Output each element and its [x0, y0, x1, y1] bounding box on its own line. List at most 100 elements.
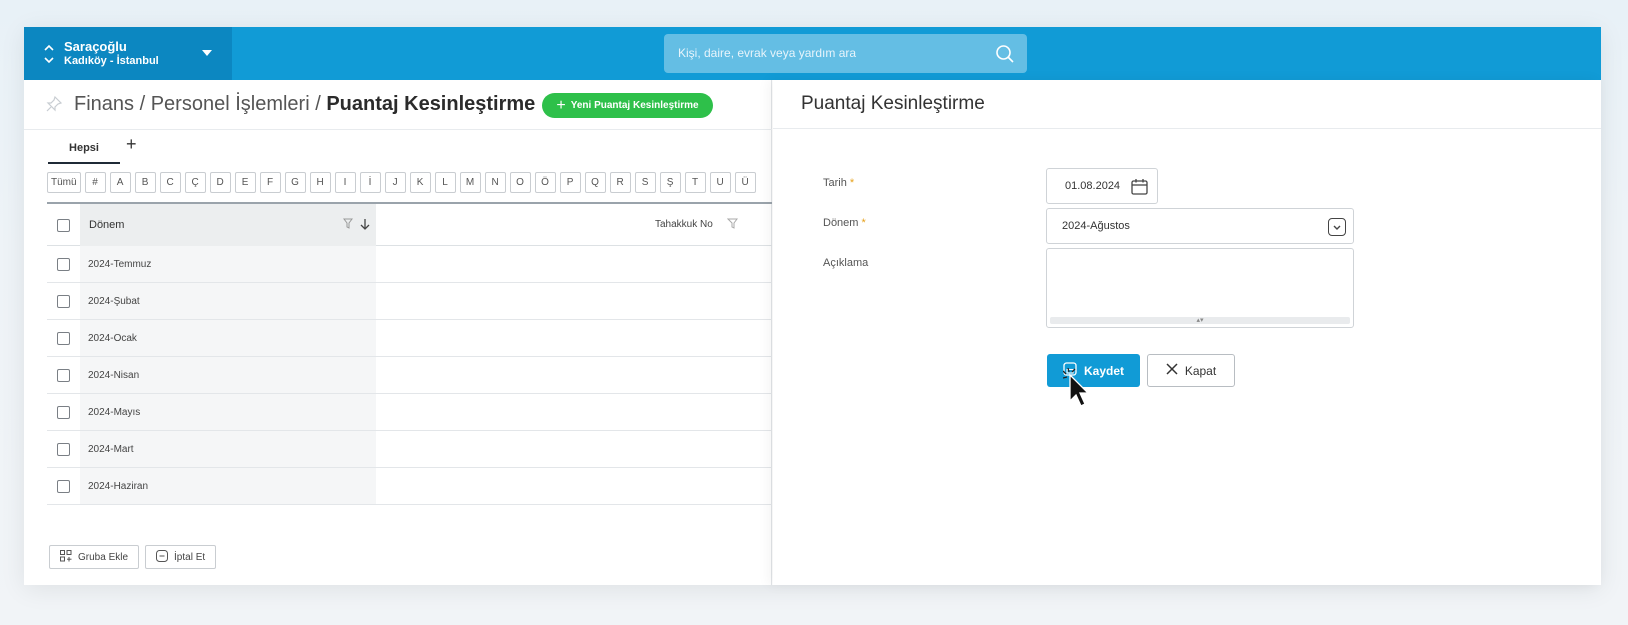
calendar-icon[interactable] — [1131, 178, 1148, 198]
date-label: Tarih * — [823, 177, 855, 189]
breadcrumb-separator: / — [309, 93, 327, 115]
letter-filter[interactable]: C — [159, 172, 181, 193]
letter-filter[interactable]: K — [409, 172, 431, 193]
search-input[interactable]: Kişi, daire, evrak veya yardım ara — [664, 34, 1027, 73]
letter-filter[interactable]: Ş — [659, 172, 681, 193]
letter-filter[interactable]: M — [459, 172, 481, 193]
period-value: 2024-Ağustos — [1062, 220, 1130, 232]
page-title: Puantaj Kesinleştirme — [326, 93, 536, 115]
cell-donem: 2024-Şubat — [88, 296, 140, 307]
row-checkbox[interactable] — [57, 332, 70, 345]
breadcrumb-row: Finans / Personel İşlemleri / Puantaj Ke… — [24, 80, 772, 130]
search-placeholder: Kişi, daire, evrak veya yardım ara — [678, 46, 857, 60]
form-title: Puantaj Kesinleştirme — [801, 93, 985, 114]
tab-all[interactable]: Hepsi — [48, 138, 120, 164]
letter-filter[interactable]: H — [309, 172, 331, 193]
close-button[interactable]: Kapat — [1147, 354, 1235, 387]
list-panel: Finans / Personel İşlemleri / Puantaj Ke… — [24, 80, 772, 585]
letter-filter[interactable]: A — [109, 172, 131, 193]
letter-filter[interactable]: J — [384, 172, 406, 193]
cell-donem: 2024-Ocak — [88, 333, 137, 344]
top-bar: Saraçoğlu Kadıköy - İstanbul Kişi, daire… — [24, 27, 1601, 80]
letter-filter[interactable]: İ — [359, 172, 381, 193]
letter-filter[interactable]: N — [484, 172, 506, 193]
cell-donem: 2024-Haziran — [88, 481, 149, 492]
row-checkbox[interactable] — [57, 295, 70, 308]
search-icon[interactable] — [995, 44, 1015, 69]
description-textarea[interactable]: ▴▾ — [1046, 248, 1354, 328]
breadcrumb-finans[interactable]: Finans — [74, 93, 134, 115]
date-value: 01.08.2024 — [1065, 180, 1121, 192]
period-select[interactable]: 2024-Ağustos — [1046, 208, 1354, 244]
table-row[interactable]: 2024-Haziran — [47, 468, 772, 505]
data-grid: Dönem Tahakkuk No 2024-Temmuz 2024-Şubat 2… — [47, 202, 772, 505]
letter-filter[interactable]: Q — [584, 172, 606, 193]
letter-filter[interactable]: T — [684, 172, 706, 193]
letter-filter[interactable]: P — [559, 172, 581, 193]
letter-filter[interactable]: S — [634, 172, 656, 193]
row-checkbox[interactable] — [57, 443, 70, 456]
chevron-down-icon[interactable] — [1328, 218, 1346, 236]
resize-handle[interactable]: ▴▾ — [1050, 317, 1350, 324]
cell-donem: 2024-Mayıs — [88, 407, 141, 418]
org-switcher[interactable]: Saraçoğlu Kadıköy - İstanbul — [24, 27, 232, 80]
grid-header: Dönem Tahakkuk No — [47, 202, 772, 246]
table-row[interactable]: 2024-Mart — [47, 431, 772, 468]
letter-filter[interactable]: G — [284, 172, 306, 193]
org-arrows-icon — [38, 43, 60, 65]
letter-filter[interactable]: I — [334, 172, 356, 193]
row-checkbox[interactable] — [57, 258, 70, 271]
letter-filter[interactable]: R — [609, 172, 631, 193]
row-checkbox[interactable] — [57, 369, 70, 382]
org-location: Kadıköy - İstanbul — [64, 54, 159, 67]
new-puantaj-button[interactable]: + Yeni Puantaj Kesinleştirme — [542, 93, 713, 118]
letter-filter[interactable]: F — [259, 172, 281, 193]
cell-donem: 2024-Nisan — [88, 370, 140, 381]
caret-down-icon[interactable] — [202, 50, 212, 56]
row-checkbox[interactable] — [57, 406, 70, 419]
group-add-label: Gruba Ekle — [78, 551, 129, 563]
date-field[interactable]: 01.08.2024 — [1046, 168, 1158, 204]
table-row[interactable]: 2024-Temmuz — [47, 246, 772, 283]
donem-filter-sort-icons[interactable] — [343, 217, 375, 234]
column-header-tahakkuk[interactable]: Tahakkuk No — [655, 219, 713, 230]
group-add-button[interactable]: Gruba Ekle — [49, 545, 140, 569]
row-checkbox[interactable] — [57, 480, 70, 493]
letter-filter[interactable]: Ç — [184, 172, 206, 193]
pin-icon[interactable] — [46, 95, 63, 117]
letter-filter[interactable]: O — [509, 172, 531, 193]
cancel-item-label: İptal Et — [174, 551, 206, 563]
tab-bar: Hepsi + — [24, 134, 772, 164]
form-panel: Puantaj Kesinleştirme Tarih * Dönem * Aç… — [773, 80, 1601, 585]
letter-filter[interactable]: # — [84, 172, 106, 193]
mouse-cursor-icon — [1062, 367, 1097, 415]
divider — [773, 128, 1601, 129]
letter-filter[interactable]: L — [434, 172, 456, 193]
period-label: Dönem * — [823, 217, 866, 229]
letter-filter-all[interactable]: Tümü — [47, 172, 81, 193]
table-row[interactable]: 2024-Ocak — [47, 320, 772, 357]
letter-filter[interactable]: B — [134, 172, 156, 193]
add-tab-button[interactable]: + — [126, 134, 137, 155]
table-row[interactable]: 2024-Şubat — [47, 283, 772, 320]
new-puantaj-label: Yeni Puantaj Kesinleştirme — [570, 100, 699, 111]
letter-filter[interactable]: Ü — [734, 172, 756, 193]
filter-icon[interactable] — [726, 217, 739, 234]
letter-filter[interactable]: E — [234, 172, 256, 193]
cancel-item-button[interactable]: İptal Et — [145, 545, 217, 569]
grid-footer: Gruba Ekle İptal Et — [49, 545, 217, 569]
close-icon — [1166, 363, 1178, 378]
alphabet-filter: Tümü # A B C Ç D E F G H I İ J K L M N O Ö P Q R S Ş T U Ü — [47, 172, 772, 193]
plus-icon: + — [556, 96, 566, 114]
table-row[interactable]: 2024-Mayıs — [47, 394, 772, 431]
grid-body: 2024-Temmuz 2024-Şubat 2024-Ocak 2024-Nisan… — [47, 246, 772, 505]
select-all-checkbox[interactable] — [57, 219, 70, 232]
breadcrumb-personel[interactable]: Personel İşlemleri — [151, 93, 310, 115]
letter-filter[interactable]: D — [209, 172, 231, 193]
letter-filter[interactable]: U — [709, 172, 731, 193]
table-row[interactable]: 2024-Nisan — [47, 357, 772, 394]
breadcrumb-separator: / — [134, 93, 151, 115]
group-icon — [60, 549, 72, 565]
column-header-donem[interactable]: Dönem — [89, 219, 124, 231]
letter-filter[interactable]: Ö — [534, 172, 556, 193]
